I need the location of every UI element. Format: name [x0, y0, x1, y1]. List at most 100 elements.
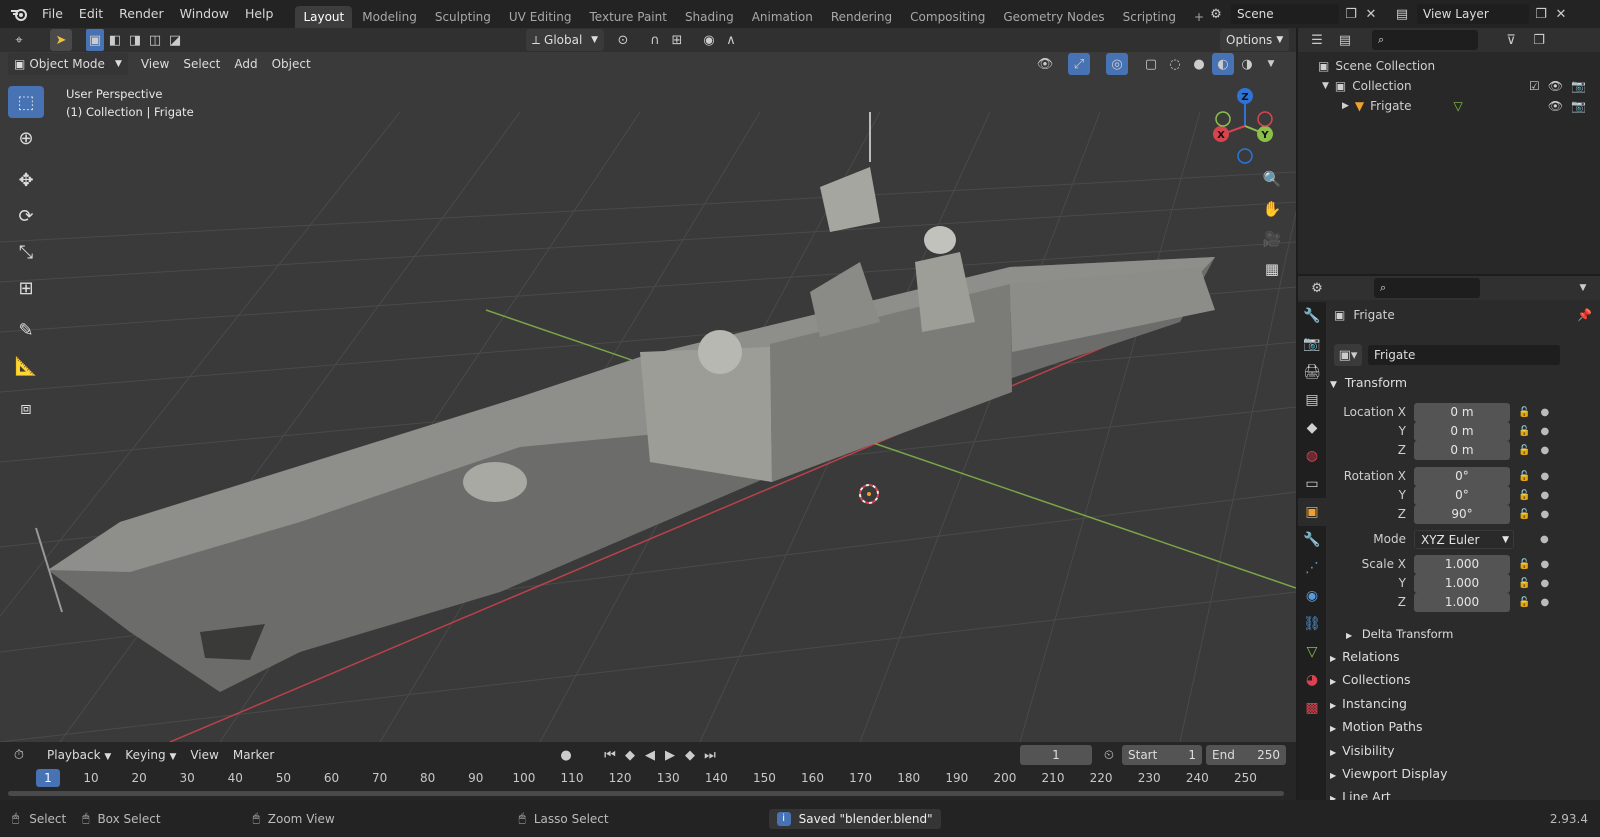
location-z-field[interactable]: 0 m [1414, 440, 1510, 460]
rotation-mode-dropdown[interactable]: XYZ Euler ▼ [1414, 529, 1514, 549]
scene-field[interactable]: Scene [1231, 4, 1339, 24]
mode-dropdown[interactable]: ▣ Object Mode ▼ [8, 53, 128, 75]
scene-icon[interactable]: ⚙ [1205, 3, 1227, 25]
new-view-layer-icon[interactable]: ❐ [1533, 3, 1549, 25]
lock-icon[interactable]: 🔓 [1518, 490, 1530, 501]
tab-compositing[interactable]: Compositing [902, 6, 993, 28]
select-subtract-icon[interactable]: ◨ [126, 29, 144, 51]
rotate-tool-icon[interactable]: ⟳ [8, 200, 44, 232]
delta-transform-section[interactable]: ▶ Delta Transform [1346, 623, 1453, 645]
select-extend-icon[interactable]: ◧ [106, 29, 124, 51]
keyframe-dot-icon[interactable]: ● [1540, 597, 1549, 608]
menu-help[interactable]: Help [237, 0, 282, 28]
cursor-tool-icon[interactable]: ⊕ [8, 122, 44, 154]
data-tab-icon[interactable]: ▽ [1298, 638, 1326, 666]
proportional-edit-icon[interactable]: ◉ [698, 29, 720, 51]
menu-edit[interactable]: Edit [71, 0, 111, 28]
tab-animation[interactable]: Animation [744, 6, 821, 28]
overlay-toggle-icon[interactable]: ◎ [1106, 53, 1128, 75]
menu-render[interactable]: Render [111, 0, 172, 28]
keyframe-dot-icon[interactable]: ● [1540, 578, 1549, 589]
select-tool-icon[interactable]: ➤ [50, 29, 72, 51]
viewport-canvas[interactable] [0, 52, 1296, 742]
annotate-tool-icon[interactable]: ✎ [8, 314, 44, 346]
wireframe-shading-icon[interactable]: ◌ [1164, 53, 1186, 75]
outliner-editor-icon[interactable]: ☰ [1306, 29, 1328, 51]
keyframe-dot-icon[interactable]: ● [1540, 490, 1549, 501]
blender-logo-icon[interactable] [4, 3, 34, 25]
display-mode-icon[interactable]: ▤ [1334, 29, 1356, 51]
tab-shading[interactable]: Shading [677, 6, 742, 28]
scale-x-field[interactable]: 1.000 [1414, 554, 1510, 574]
eye-icon[interactable]: 👁 [1548, 99, 1563, 113]
expand-arrow-icon[interactable]: ▶ [1342, 101, 1349, 111]
xray-toggle-icon[interactable]: ▢ [1140, 53, 1162, 75]
menu-file[interactable]: File [34, 0, 71, 28]
rotation-y-field[interactable]: 0° [1414, 485, 1510, 505]
visibility-section[interactable]: ▶ Visibility [1330, 740, 1395, 762]
menu-select[interactable]: Select [176, 53, 227, 75]
timeline-scrollbar[interactable] [8, 791, 1284, 796]
delete-scene-icon[interactable]: ✕ [1363, 3, 1379, 25]
snap-icon[interactable]: ∩ [644, 29, 666, 51]
tab-uv-editing[interactable]: UV Editing [501, 6, 580, 28]
object-browse-icon[interactable]: ▣▾ [1334, 344, 1362, 366]
tree-row-collection[interactable]: ▼ ▣ Collection ☑ 👁 📷 [1322, 76, 1598, 96]
move-tool-icon[interactable]: ✥ [8, 164, 44, 196]
transform-section-header[interactable]: ▼ Transform [1330, 372, 1407, 394]
falloff-icon[interactable]: ∧ [720, 29, 742, 51]
properties-editor-icon[interactable]: ⚙ [1306, 277, 1328, 299]
tree-row-frigate[interactable]: ▶ ▼ Frigate ▽ 👁 📷 [1342, 96, 1598, 116]
instancing-section[interactable]: ▶ Instancing [1330, 693, 1407, 715]
3d-viewport[interactable]: User Perspective (1) Collection | Frigat… [0, 52, 1296, 742]
lock-icon[interactable]: 🔓 [1518, 407, 1530, 418]
visibility-icon[interactable]: 👁 [1034, 53, 1056, 75]
menu-window[interactable]: Window [172, 0, 237, 28]
location-y-field[interactable]: 0 m [1414, 421, 1510, 441]
lock-icon[interactable]: 🔓 [1518, 578, 1530, 589]
scale-tool-icon[interactable]: ⤡ [8, 236, 44, 268]
new-scene-icon[interactable]: ❐ [1343, 3, 1359, 25]
keyframe-dot-icon[interactable]: ● [1540, 445, 1549, 456]
rotation-z-field[interactable]: 90° [1414, 504, 1510, 524]
select-invert-icon[interactable]: ◫ [146, 29, 164, 51]
keyframe-dot-icon[interactable]: ● [1540, 407, 1549, 418]
rendered-shading-icon[interactable]: ◑ [1236, 53, 1258, 75]
tab-modeling[interactable]: Modeling [354, 6, 425, 28]
expand-arrow-icon[interactable]: ▼ [1322, 81, 1329, 91]
keyframe-dot-icon[interactable]: ● [1540, 509, 1549, 520]
ortho-grid-icon[interactable]: ▦ [1259, 256, 1285, 282]
chevron-down-icon[interactable]: ▼ [1572, 277, 1594, 299]
pivot-point-icon[interactable]: ⊙ [612, 29, 634, 51]
mesh-data-icon[interactable]: ▽ [1454, 99, 1463, 113]
transform-orientation-dropdown[interactable]: ⟂ Global ▼ [526, 29, 604, 51]
editor-type-icon[interactable]: ⌖ [8, 29, 30, 51]
line-art-section[interactable]: ▶ Line Art [1330, 786, 1391, 800]
delete-view-layer-icon[interactable]: ✕ [1553, 3, 1569, 25]
options-dropdown[interactable]: Options ▼ [1220, 29, 1290, 51]
menu-add[interactable]: Add [227, 53, 264, 75]
tab-layout[interactable]: Layout [295, 6, 353, 28]
lock-icon[interactable]: 🔓 [1518, 559, 1530, 570]
tab-sculpting[interactable]: Sculpting [427, 6, 499, 28]
measure-tool-icon[interactable]: 📐 [8, 350, 44, 382]
solid-shading-icon[interactable]: ● [1188, 53, 1210, 75]
outliner-search-input[interactable]: ⌕ [1372, 30, 1478, 50]
lock-icon[interactable]: 🔓 [1518, 426, 1530, 437]
tree-row-scene-collection[interactable]: ▣ Scene Collection [1318, 56, 1435, 76]
camera-view-icon[interactable]: 🎥 [1259, 226, 1285, 252]
new-collection-icon[interactable]: ❐ [1528, 29, 1550, 51]
properties-search-input[interactable]: ⌕ [1374, 278, 1480, 298]
select-intersect-icon[interactable]: ◪ [166, 29, 184, 51]
scale-y-field[interactable]: 1.000 [1414, 573, 1510, 593]
tab-scripting[interactable]: Scripting [1115, 6, 1184, 28]
constraints-tab-icon[interactable]: ⛓ [1298, 610, 1326, 638]
motion-paths-section[interactable]: ▶ Motion Paths [1330, 716, 1422, 738]
zoom-icon[interactable]: 🔍 [1259, 166, 1285, 192]
filter-icon[interactable]: ⊽ [1500, 29, 1522, 51]
gizmo-toggle-icon[interactable]: ⤢ [1068, 53, 1090, 75]
menu-view[interactable]: View [134, 53, 176, 75]
texture-tab-icon[interactable]: ▩ [1298, 694, 1326, 722]
lock-icon[interactable]: 🔓 [1518, 509, 1530, 520]
add-cube-tool-icon[interactable]: ⧈ [8, 392, 44, 424]
